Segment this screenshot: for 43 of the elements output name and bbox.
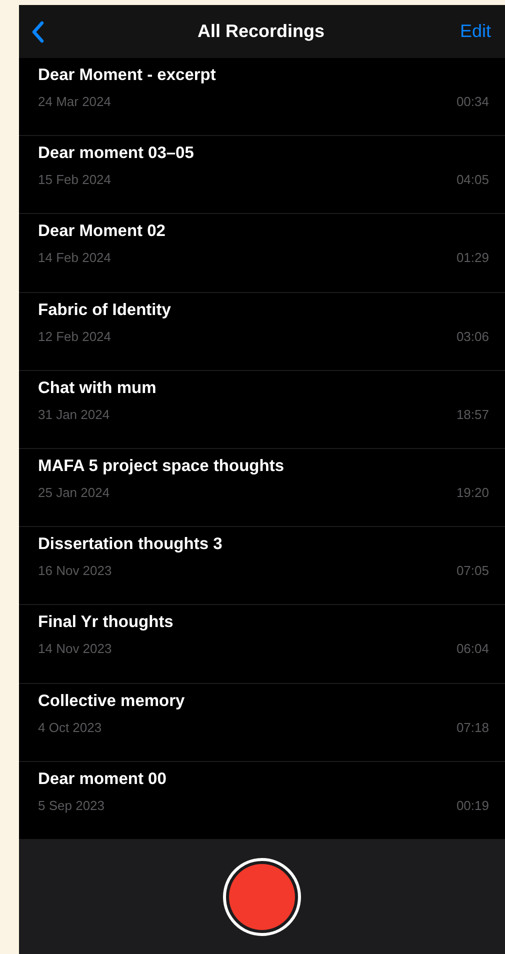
recording-duration: 07:18 <box>456 720 489 734</box>
recording-duration: 03:06 <box>456 328 489 344</box>
recording-item[interactable]: Dissertation thoughts 3 16 Nov 2023 07:05 <box>19 527 505 606</box>
screen-title: All Recordings <box>197 21 325 42</box>
recording-title: Collective memory <box>38 692 186 710</box>
recording-title: Dear moment 00 <box>38 770 168 789</box>
recording-title: Chat with mum <box>38 378 158 398</box>
recording-title: Dear moment 03–05 <box>38 144 195 164</box>
recording-duration: 07:05 <box>456 563 489 578</box>
recording-duration: 00:34 <box>456 94 489 109</box>
edit-button[interactable]: Edit <box>460 21 491 42</box>
recording-item[interactable]: Collective memory 4 Oct 2023 07:18 <box>19 684 505 762</box>
recording-date: 24 Mar 2024 <box>38 94 111 109</box>
recording-date: 14 Nov 2023 <box>38 641 112 656</box>
recording-item[interactable]: Chat with mum 31 Jan 2024 18:57 <box>19 370 505 449</box>
back-chevron-icon <box>31 20 45 44</box>
recording-date: 5 Sep 2023 <box>38 798 105 813</box>
recording-title: Final Yr thoughts <box>38 613 174 632</box>
recording-item[interactable]: Dear moment 03–05 15 Feb 2024 04:05 <box>19 136 505 214</box>
recording-duration: 18:57 <box>456 406 489 422</box>
recording-item[interactable]: Fabric of Identity 12 Feb 2024 03:06 <box>19 292 505 371</box>
recording-title: Dissertation thoughts 3 <box>38 535 224 554</box>
recording-duration: 06:04 <box>456 641 489 656</box>
recording-title: Fabric of Identity <box>38 300 172 320</box>
recording-date: 25 Jan 2024 <box>38 484 110 500</box>
recording-item[interactable]: MAFA 5 project space thoughts 25 Jan 2024 19:20 <box>19 448 505 528</box>
recording-item[interactable]: Dear Moment 02 14 Feb 2024 01:29 <box>19 214 505 293</box>
recording-date: 16 Nov 2023 <box>38 563 112 578</box>
recording-item[interactable]: Dear Moment - excerpt 24 Mar 2024 00:34 <box>19 58 505 136</box>
recording-date: 12 Feb 2024 <box>38 328 112 344</box>
recording-title: MAFA 5 project space thoughts <box>38 456 286 476</box>
recording-duration: 01:29 <box>456 250 489 266</box>
recording-date: 31 Jan 2024 <box>38 406 110 422</box>
recording-item[interactable]: Final Yr thoughts 14 Nov 2023 06:04 <box>19 605 505 684</box>
recording-title: Dear Moment - excerpt <box>38 66 217 85</box>
back-button[interactable] <box>31 20 45 44</box>
recording-duration: 19:20 <box>456 484 489 500</box>
recording-date: 14 Feb 2024 <box>38 250 112 266</box>
recording-duration: 04:05 <box>456 172 489 188</box>
recording-date: 15 Feb 2024 <box>38 172 112 188</box>
recording-title: Dear Moment 02 <box>38 222 166 242</box>
recording-duration: 00:19 <box>456 798 489 813</box>
recording-date: 4 Oct 2023 <box>38 720 102 734</box>
